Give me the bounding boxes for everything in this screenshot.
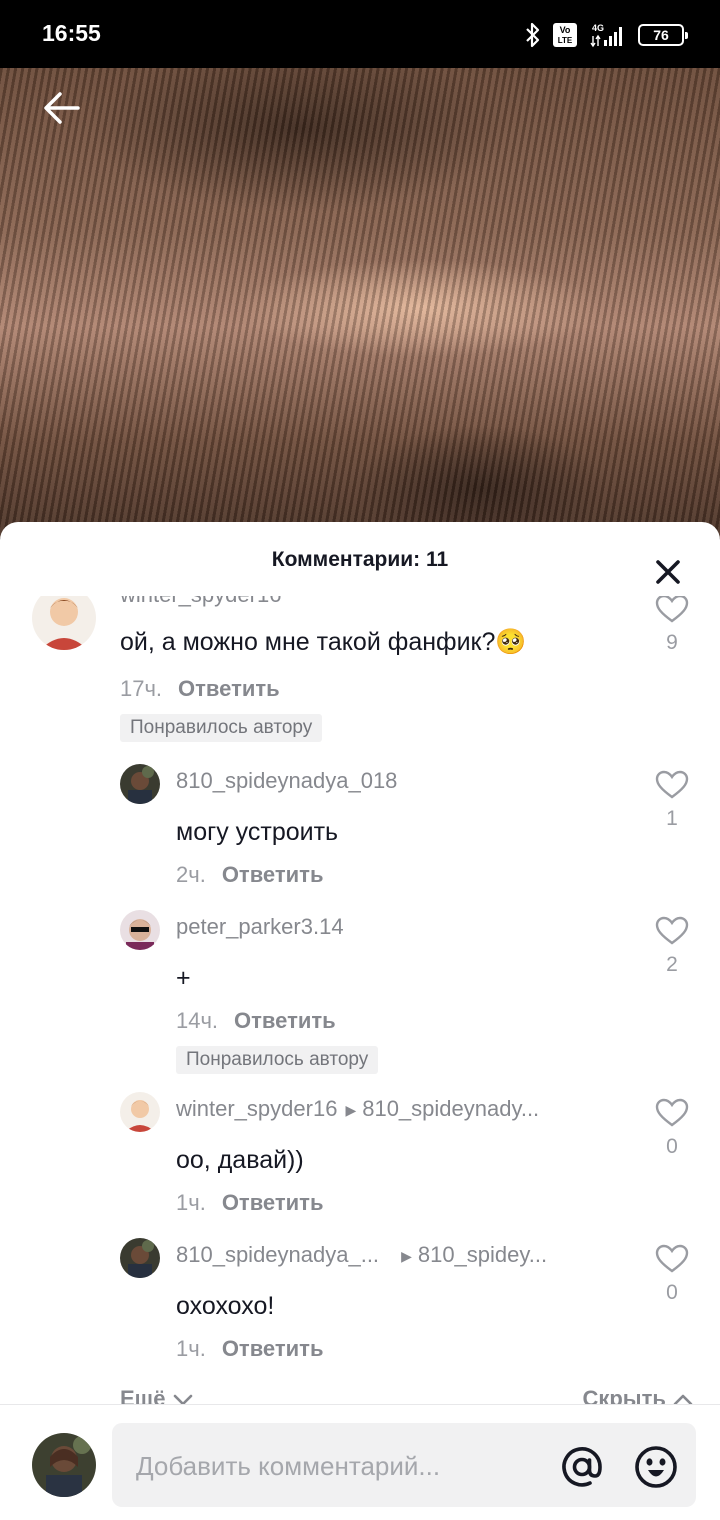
comment-meta: 17ч. Ответить [120,676,280,702]
reply-meta: 2ч. Ответить [176,862,323,888]
svg-text:4G: 4G [592,23,604,33]
reply-username[interactable]: peter_parker3.14 [176,914,344,940]
avatar[interactable] [120,1238,160,1278]
reply-button[interactable]: Ответить [222,1190,324,1215]
like-count: 0 [666,1281,678,1304]
reply-author[interactable]: 810_spideynadya_... [176,1242,379,1267]
arrow-left-icon [44,92,80,124]
reply-text: оо, давай)) [176,1146,304,1174]
avatar[interactable] [120,764,160,804]
comment-time: 17ч. [120,676,163,701]
reply-arrow-icon: ▶ [401,1247,412,1264]
like-count: 9 [666,631,678,654]
reply-to-user[interactable]: 810_spidey... [418,1242,547,1267]
back-button[interactable] [38,84,86,132]
comments-list[interactable]: winter_spyder16 ой, а можно мне такой фа… [0,596,720,1406]
bluetooth-icon [524,22,542,48]
comments-sheet: Комментарии: 11 winter_spyder16 ой, а мо… [0,522,720,1520]
status-bar: 16:55 Vo LTE 4G 76 [0,0,720,68]
mention-button[interactable] [558,1443,606,1491]
emoji-button[interactable] [632,1443,680,1491]
reply-time: 1ч. [176,1190,206,1215]
reply-button[interactable]: Ответить [222,862,324,887]
comment-text: ой, а можно мне такой фанфик?🥺 [120,628,527,656]
heart-icon [655,1098,689,1127]
emoji-icon [635,1446,677,1488]
like-count: 2 [666,953,678,976]
heart-icon [655,596,689,623]
video-player[interactable] [0,68,720,538]
close-button[interactable] [648,552,688,592]
reply-button[interactable]: Ответить [234,1008,336,1033]
reply-meta: 1ч. Ответить [176,1336,323,1362]
reply-username: 810_spideynadya_... ▶ 810_spidey... [176,1242,547,1268]
reply-arrow-icon: ▶ [345,1101,357,1118]
comment-input[interactable]: Добавить комментарий... [112,1423,696,1507]
volte-icon: Vo LTE [552,22,578,48]
reply-text: охохохо! [176,1292,275,1320]
my-avatar [32,1433,96,1497]
liked-by-author-badge: Понравилось автору [176,1046,379,1074]
reply-text: + [176,964,191,992]
close-icon [656,560,680,584]
reply-button[interactable]: Ответить [178,676,280,701]
reply-time: 2ч. [176,862,206,887]
comment-input-bar: Добавить комментарий... [0,1404,720,1520]
svg-text:Vo: Vo [560,25,571,35]
like-button[interactable]: 2 [642,916,702,977]
status-icons: Vo LTE 4G 76 [524,18,688,52]
at-sign-icon [562,1447,602,1487]
reply-text: могу устроить [176,818,339,846]
reply-time: 1ч. [176,1336,206,1361]
avatar[interactable] [32,596,96,650]
reply-author[interactable]: winter_spyder16 [176,1096,337,1121]
avatar[interactable] [120,910,160,950]
like-count: 1 [666,807,678,830]
reply-button[interactable]: Ответить [222,1336,324,1361]
liked-by-author-badge: Понравилось автору [120,714,323,742]
svg-text:LTE: LTE [558,36,573,45]
like-button[interactable]: 0 [642,1098,702,1159]
heart-icon [655,916,689,945]
comment-username[interactable]: winter_spyder16 [120,596,281,608]
like-button[interactable]: 0 [642,1244,702,1305]
signal-icon: 4G [588,22,628,48]
reply-to-user[interactable]: 810_spideynady... [362,1096,539,1121]
battery-icon: 76 [638,24,688,46]
comments-title: Комментарии: 11 [271,548,449,571]
heart-icon [655,1244,689,1273]
comment-input-placeholder: Добавить комментарий... [136,1451,441,1481]
avatar[interactable] [120,1092,160,1132]
reply-time: 14ч. [176,1008,219,1033]
reply-username: winter_spyder16 ▶ 810_spideynady... [176,1096,539,1122]
reply-meta: 1ч. Ответить [176,1190,323,1216]
like-button[interactable]: 9 [642,596,702,655]
heart-icon [655,770,689,799]
like-count: 0 [666,1135,678,1158]
reply-meta: 14ч. Ответить [176,1008,336,1034]
reply-username[interactable]: 810_spideynadya_018 [176,768,397,794]
like-button[interactable]: 1 [642,770,702,831]
status-time: 16:55 [42,20,101,46]
